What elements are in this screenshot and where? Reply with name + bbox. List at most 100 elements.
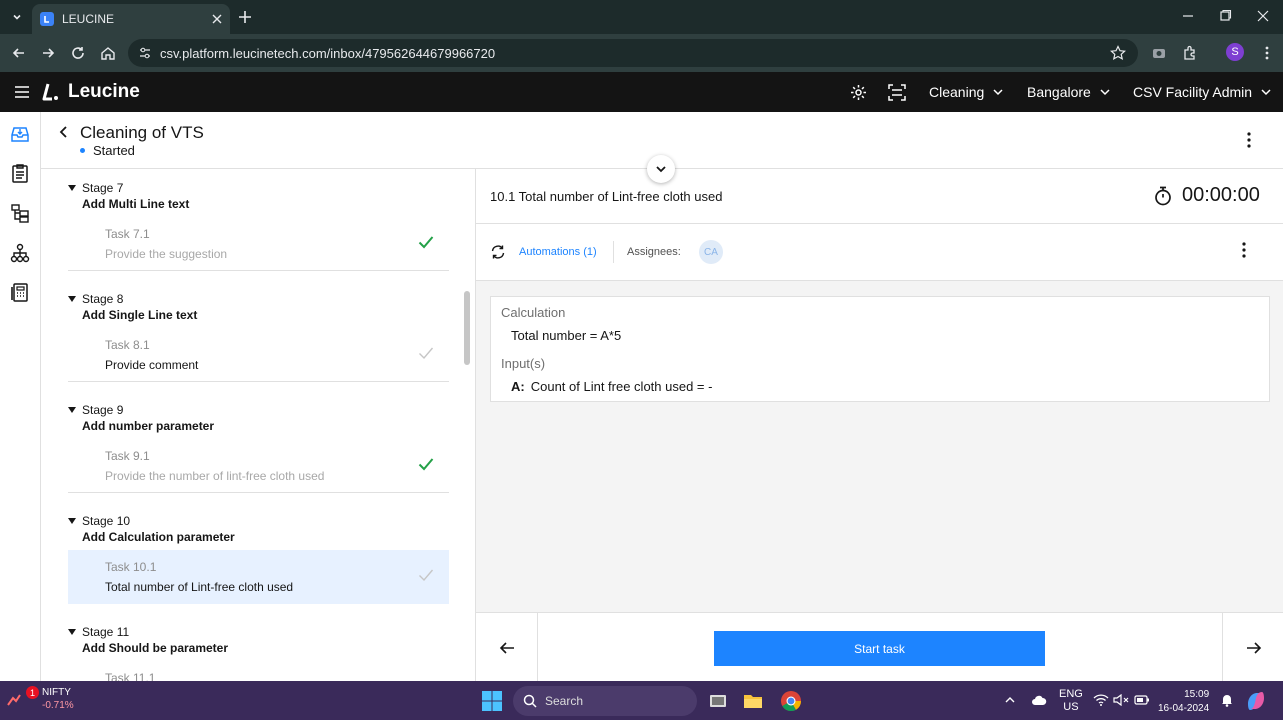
wifi-icon[interactable] xyxy=(1093,694,1109,706)
leucine-favicon-icon xyxy=(40,12,54,26)
task-item[interactable]: Task 9.1 Provide the number of lint-free … xyxy=(68,439,449,493)
leucine-logo-icon xyxy=(42,83,58,101)
clock-time: 15:09 xyxy=(1184,689,1210,700)
chrome-icon[interactable] xyxy=(780,690,802,712)
task-timer: 00:00:00 xyxy=(1154,184,1260,207)
assignee-avatar[interactable]: CA xyxy=(699,240,723,264)
notification-bell-icon[interactable] xyxy=(1220,693,1234,707)
task-title: 10.1 Total number of Lint-free cloth use… xyxy=(490,189,723,204)
task-label: Task 9.1 xyxy=(105,449,150,463)
status-label: Started xyxy=(93,143,135,158)
start-task-button[interactable]: Start task xyxy=(714,631,1045,666)
stage-header[interactable]: Stage 9 xyxy=(68,402,449,418)
chevron-down-icon xyxy=(1100,89,1110,96)
battery-icon[interactable] xyxy=(1134,694,1150,706)
stage-label: Stage 8 xyxy=(82,292,124,306)
app-header: Leucine Cleaning Bangalore CSV Facility … xyxy=(0,72,1283,112)
camera-extension-icon[interactable] xyxy=(1150,44,1168,62)
task-name: Total number of Lint-free cloth used xyxy=(105,580,294,594)
settings-gear-icon[interactable] xyxy=(850,84,867,101)
page-title: Cleaning of VTS xyxy=(80,123,204,142)
task-view-icon[interactable] xyxy=(707,690,729,712)
stage-item: Stage 7 Add Multi Line text Task 7.1 Provid… xyxy=(68,180,449,271)
back-arrow-icon[interactable] xyxy=(57,125,71,139)
stopwatch-icon xyxy=(1155,186,1171,205)
facility-dropdown[interactable]: Bangalore xyxy=(1027,84,1111,100)
ticker-change: -0.71% xyxy=(42,700,74,711)
browser-menu-icon[interactable] xyxy=(1258,44,1276,62)
assignees-label: Assignees: xyxy=(627,246,681,258)
task-complete-check-icon xyxy=(418,568,434,582)
scan-qr-icon[interactable] xyxy=(888,84,906,101)
checklist-icon[interactable] xyxy=(10,163,30,183)
inputs-heading: Input(s) xyxy=(501,356,546,371)
chevron-down-icon xyxy=(993,89,1003,96)
search-icon xyxy=(523,694,537,708)
input-value: Count of Lint free cloth used = - xyxy=(530,379,713,394)
stock-widget-icon[interactable] xyxy=(6,691,22,707)
onedrive-cloud-icon[interactable] xyxy=(1031,694,1047,706)
stage-label: Stage 10 xyxy=(82,514,131,528)
taskbar-search[interactable]: Search xyxy=(513,686,697,716)
forward-icon[interactable] xyxy=(39,44,57,62)
profile-avatar[interactable]: S xyxy=(1226,43,1244,61)
tab-search-dropdown-icon[interactable] xyxy=(6,6,28,28)
sync-automation-icon xyxy=(490,244,506,260)
job-more-options-icon[interactable] xyxy=(1233,124,1265,156)
task-item[interactable]: Task 11.1 xyxy=(68,661,449,681)
stage-item: Stage 9 Add number parameter Task 9.1 Provi… xyxy=(68,402,449,493)
close-window-icon[interactable] xyxy=(1255,8,1271,24)
automations-link[interactable]: Automations (1) xyxy=(519,246,597,258)
next-task-arrow-icon[interactable] xyxy=(1222,613,1283,682)
minimize-icon[interactable] xyxy=(1180,8,1196,24)
windows-start-icon[interactable] xyxy=(481,690,503,712)
stage-list-scrollbar[interactable] xyxy=(464,291,470,365)
file-explorer-icon[interactable] xyxy=(742,690,764,712)
task-label: Task 10.1 xyxy=(105,560,157,574)
input-key: A: xyxy=(511,379,525,394)
back-icon[interactable] xyxy=(10,44,28,62)
browser-toolbar: csv.platform.leucinetech.com/inbox/47956… xyxy=(0,34,1283,72)
task-name: Provide the suggestion xyxy=(105,247,228,261)
collapse-header-chevron-icon[interactable] xyxy=(647,155,675,183)
site-settings-icon[interactable] xyxy=(138,46,152,60)
volume-muted-icon[interactable] xyxy=(1113,694,1129,706)
bookmark-star-icon[interactable] xyxy=(1110,45,1126,61)
language-indicator[interactable]: ENG US xyxy=(1059,688,1083,714)
inbox-icon[interactable] xyxy=(10,124,30,144)
new-tab-icon[interactable] xyxy=(236,8,254,26)
stage-header[interactable]: Stage 7 xyxy=(68,180,449,196)
extensions-puzzle-icon[interactable] xyxy=(1181,44,1199,62)
browser-tab[interactable]: LEUCINE xyxy=(32,4,230,34)
task-item[interactable]: Task 10.1 Total number of Lint-free cloth… xyxy=(68,550,449,604)
reload-icon[interactable] xyxy=(69,44,87,62)
hamburger-menu-icon[interactable] xyxy=(14,85,30,99)
clock-date: 16-04-2024 xyxy=(1158,703,1210,714)
stage-header[interactable]: Stage 10 xyxy=(68,513,449,529)
home-icon[interactable] xyxy=(99,44,117,62)
task-more-options-icon[interactable] xyxy=(1242,242,1246,258)
restore-icon[interactable] xyxy=(1217,8,1233,24)
close-tab-icon[interactable] xyxy=(212,14,222,24)
previous-task-arrow-icon[interactable] xyxy=(476,613,538,682)
task-item[interactable]: Task 8.1 Provide comment xyxy=(68,328,449,382)
stage-header[interactable]: Stage 8 xyxy=(68,291,449,307)
system-clock[interactable]: 15:09 16-04-2024 xyxy=(1158,688,1209,716)
caret-down-icon xyxy=(68,407,76,413)
calculation-card: Calculation Total number = A*5 Input(s) … xyxy=(490,296,1270,402)
hierarchy-icon[interactable] xyxy=(10,243,30,263)
address-bar[interactable]: csv.platform.leucinetech.com/inbox/47956… xyxy=(128,39,1138,67)
copilot-icon[interactable] xyxy=(1245,690,1267,712)
process-flow-icon[interactable] xyxy=(10,203,30,223)
calculator-report-icon[interactable] xyxy=(10,282,30,302)
use-case-dropdown[interactable]: Cleaning xyxy=(929,84,1004,100)
stage-header[interactable]: Stage 11 xyxy=(68,624,449,640)
stock-ticker[interactable]: NIFTY -0.71% xyxy=(42,687,74,711)
user-role-dropdown[interactable]: CSV Facility Admin xyxy=(1133,84,1272,100)
leucine-logo[interactable]: Leucine xyxy=(42,81,140,103)
language-line-1: ENG xyxy=(1059,688,1083,700)
caret-down-icon xyxy=(68,296,76,302)
left-nav-rail xyxy=(0,112,41,681)
show-hidden-icons-chevron-icon[interactable] xyxy=(1004,694,1016,706)
task-item[interactable]: Task 7.1 Provide the suggestion xyxy=(68,217,449,271)
